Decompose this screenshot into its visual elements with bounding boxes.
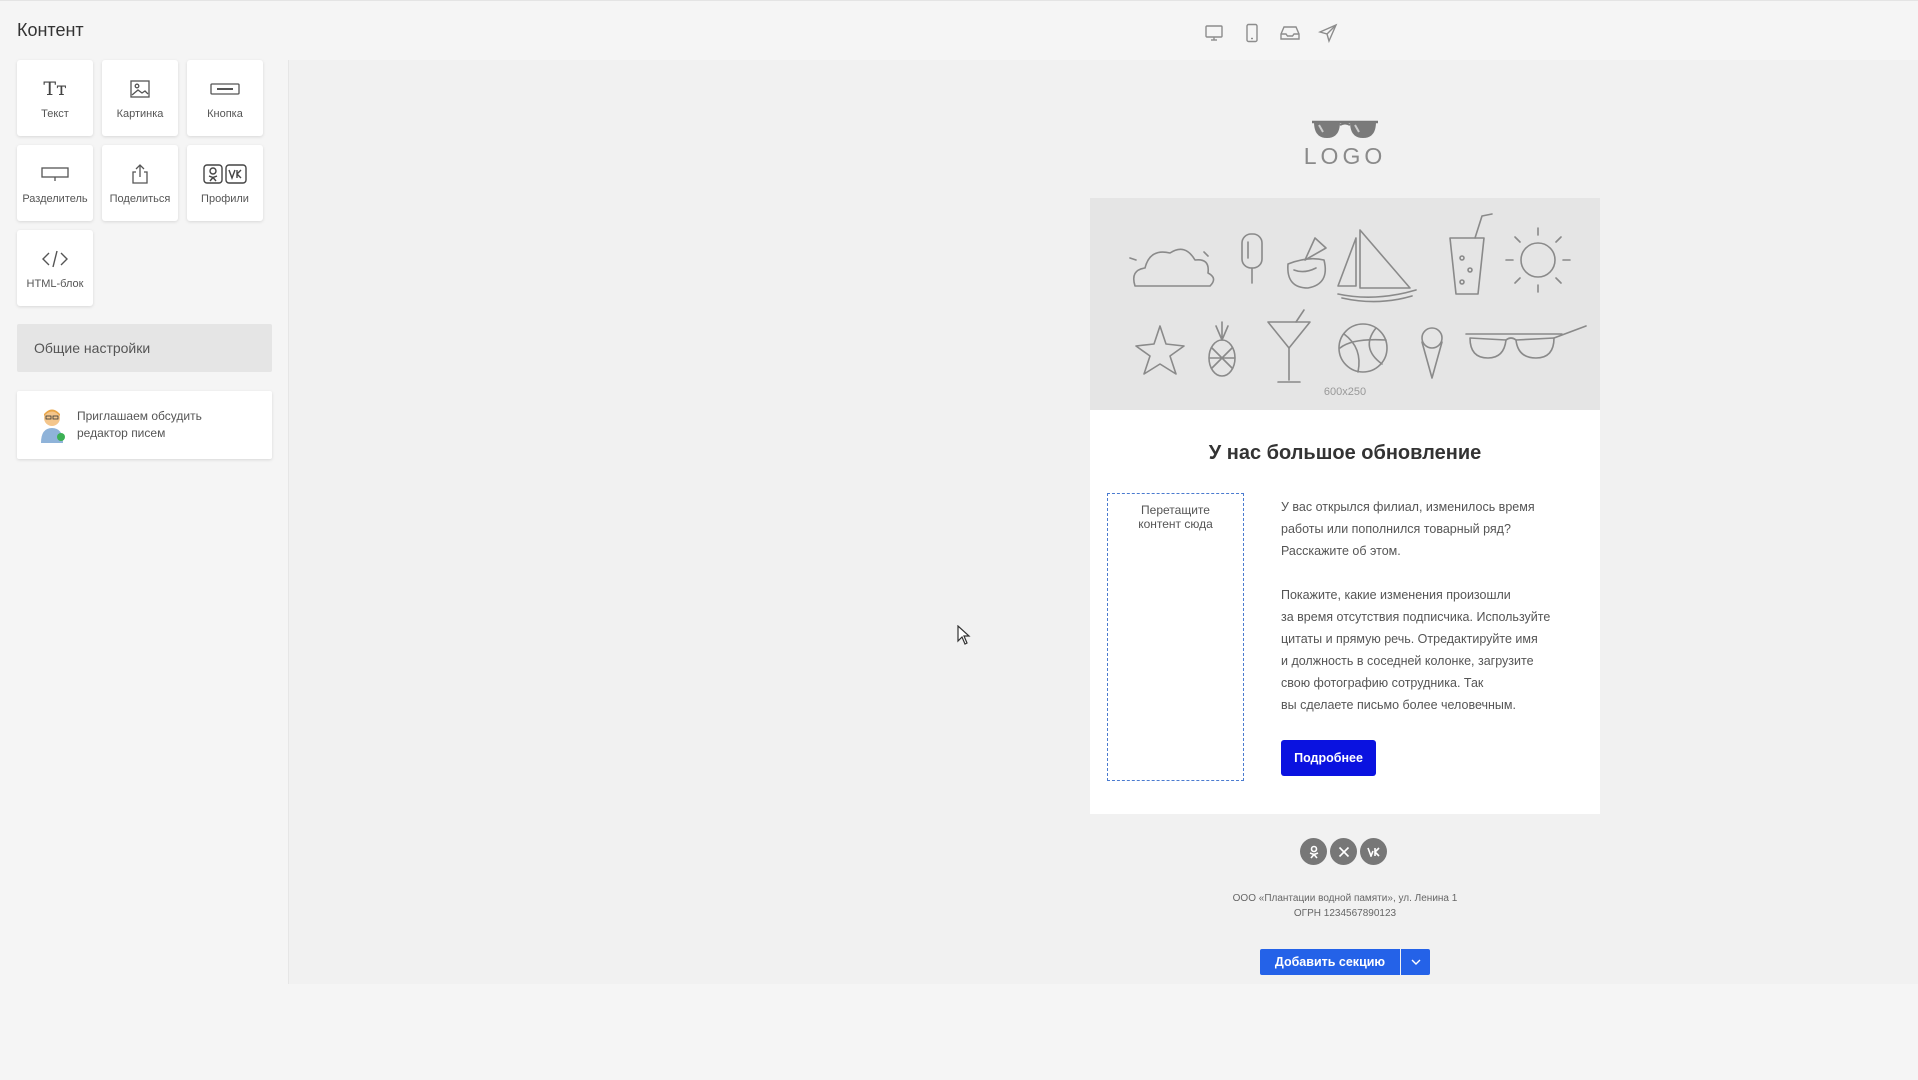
panel-title: Контент <box>17 20 84 40</box>
block-label: Поделиться <box>109 193 171 205</box>
sunglasses-icon <box>1312 120 1378 138</box>
email-footer[interactable]: ООО «Плантации водной памяти», ул. Ленин… <box>1090 891 1600 921</box>
invite-text: Приглашаем обсудить редактор писем <box>77 409 202 440</box>
code-icon <box>40 246 70 272</box>
text-icon: Тт <box>43 78 67 100</box>
block-label: Картинка <box>116 108 164 120</box>
content-panel: Тт Текст Картинка Кнопка Разделитель Под… <box>0 60 288 984</box>
more-button[interactable]: Подробнее <box>1281 740 1376 776</box>
divider-icon <box>41 161 69 187</box>
inbox-icon[interactable] <box>1278 21 1302 45</box>
avatar <box>37 407 67 443</box>
send-icon[interactable] <box>1316 21 1340 45</box>
email-heading[interactable]: У нас большое обновление <box>1090 442 1600 465</box>
profiles-icon <box>203 161 247 187</box>
block-html[interactable]: HTML-блок <box>17 230 93 306</box>
block-label: Разделитель <box>22 193 88 205</box>
block-label: Профили <box>201 193 249 205</box>
chevron-down-icon <box>1411 959 1420 965</box>
banner-image[interactable]: 600x250 <box>1090 198 1600 410</box>
email-body[interactable]: У нас большое обновление Перетащите конт… <box>1090 410 1600 814</box>
block-label: HTML-блок <box>26 278 84 290</box>
add-section-control: Добавить секцию <box>1260 949 1430 975</box>
block-profiles[interactable]: Профили <box>187 145 263 221</box>
odnoklassniki-icon[interactable] <box>1300 838 1327 865</box>
mobile-icon[interactable] <box>1240 21 1264 45</box>
invite-card[interactable]: Приглашаем обсудить редактор писем <box>17 391 272 459</box>
email-logo[interactable]: LOGO <box>1303 118 1387 172</box>
block-text[interactable]: Тт Текст <box>17 60 93 136</box>
banner-size-label: 600x250 <box>1323 386 1367 398</box>
block-image[interactable]: Картинка <box>102 60 178 136</box>
button-icon <box>210 76 240 102</box>
blocks-grid: Тт Текст Картинка Кнопка Разделитель Под… <box>17 60 267 306</box>
general-settings-button[interactable]: Общие настройки <box>17 324 272 372</box>
add-section-button[interactable]: Добавить секцию <box>1260 949 1400 975</box>
email-paragraph: У вас открылся филиал, изменилось время … <box>1281 500 1535 558</box>
email-paragraph: Покажите, какие изменения произошли за в… <box>1281 588 1551 712</box>
block-label: Кнопка <box>207 108 243 120</box>
social-links <box>1300 838 1387 865</box>
view-toolbar <box>1202 21 1340 45</box>
add-section-dropdown[interactable] <box>1401 949 1430 975</box>
footer-address: ООО «Плантации водной памяти», ул. Ленин… <box>1232 893 1458 904</box>
desktop-icon[interactable] <box>1202 21 1226 45</box>
share-icon <box>131 161 149 187</box>
dropzone-label: Перетащите контент сюда <box>1138 503 1213 531</box>
cursor-icon <box>957 624 971 650</box>
logo-text: LOGO <box>1303 143 1387 169</box>
block-label: Текст <box>41 108 69 120</box>
email-text[interactable]: У вас открылся филиал, изменилось время … <box>1281 496 1581 738</box>
block-divider[interactable]: Разделитель <box>17 145 93 221</box>
top-bar: Контент <box>0 0 1918 60</box>
image-icon <box>129 76 151 102</box>
footer-ogrn: ОГРН 1234567890123 <box>1293 908 1397 919</box>
vk-icon[interactable] <box>1360 838 1387 865</box>
x-icon[interactable] <box>1330 838 1357 865</box>
dropzone[interactable]: Перетащите контент сюда <box>1107 493 1244 781</box>
block-share[interactable]: Поделиться <box>102 145 178 221</box>
summer-doodles-icon <box>1129 213 1587 383</box>
block-button[interactable]: Кнопка <box>187 60 263 136</box>
